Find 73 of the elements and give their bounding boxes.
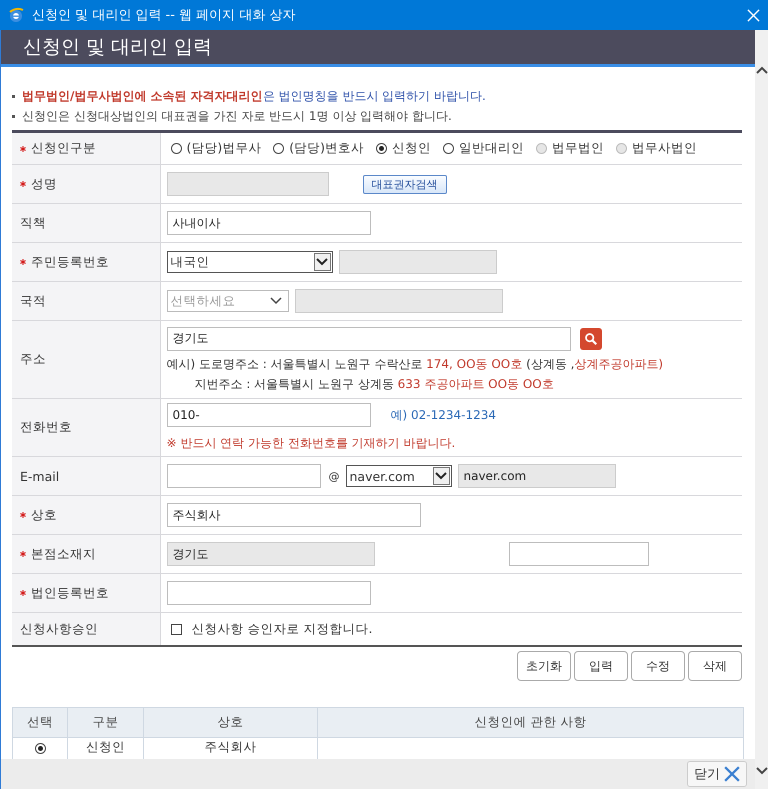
radio-option[interactable]: (담당)법무사 [170, 140, 262, 157]
field-label: E-mail [20, 468, 60, 484]
scroll-down-icon[interactable] [756, 767, 768, 775]
close-button[interactable]: 닫기 [687, 761, 747, 787]
field-label: 성명 [31, 176, 57, 192]
required-icon [20, 590, 26, 596]
required-icon [20, 551, 26, 557]
address-search-button[interactable] [580, 328, 602, 350]
field-label: 상호 [31, 506, 57, 524]
window-title: 신청인 및 대리인 입력 -- 웹 페이지 대화 상자 [32, 7, 296, 24]
notice-text: 법무법인/법무사법인에 소속된 자격자대리인은 법인명칭을 반드시 입력하기 바랍니다. [22, 88, 486, 104]
chevron-icon [270, 297, 282, 305]
address-example: 예시) 도로명주소 : 서울특별시 노원구 수락산로 174, OO동 OO호 (상계동 ,상계주공아파트) [166, 356, 664, 372]
required-icon [20, 512, 26, 518]
action-button[interactable]: 입력 [574, 651, 628, 681]
name-field[interactable] [166, 172, 328, 196]
scrollbar[interactable] [755, 30, 768, 789]
phone-field[interactable]: 010- [166, 403, 370, 427]
bullet-icon [12, 114, 15, 118]
phone-example: 예) 02-1234-1234 [390, 406, 496, 424]
close-icon [724, 766, 740, 782]
field-label: 전화번호 [20, 419, 72, 436]
text-field[interactable]: 주식회사 [166, 503, 420, 527]
search-button[interactable]: 대표권자검색 [362, 174, 446, 194]
table-cell: 신청인 [86, 739, 125, 754]
chevron-icon [316, 258, 328, 266]
table-cell: 주식회사 [204, 739, 256, 754]
close-icon[interactable] [747, 8, 760, 22]
text-field[interactable]: 사내이사 [166, 211, 370, 235]
bullet-icon [12, 94, 15, 98]
required-icon [20, 146, 26, 152]
at-sign: @ [328, 470, 340, 482]
id-number-field[interactable] [338, 250, 496, 274]
browser-icon [8, 7, 24, 23]
address-field[interactable]: 경기도 [166, 326, 570, 350]
domain-select[interactable]: naver.com [346, 465, 452, 487]
field-label: 법인등록번호 [31, 584, 109, 602]
field-label: 본점소재지 [31, 546, 96, 562]
action-button[interactable]: 삭제 [688, 651, 742, 681]
column-header: 선택 [12, 708, 68, 738]
column-header: 상호 [144, 708, 318, 738]
phone-warning: ※ 반드시 연락 가능한 전화번호를 기재하기 바랍니다. [166, 435, 456, 452]
action-button[interactable]: 수정 [631, 651, 685, 681]
required-icon [20, 181, 26, 187]
chevron-icon [435, 472, 447, 480]
nationality-field[interactable] [294, 289, 502, 313]
address-example: 지번주소 : 서울특별시 노원구 상계동 633 주공아파트 OO동 OO호 [194, 376, 555, 392]
hq-address-field[interactable]: 경기도 [166, 542, 374, 566]
type-select[interactable]: 내국인 [166, 251, 332, 273]
radio-option[interactable]: 신청인 [376, 140, 432, 157]
domain-field[interactable]: naver.com [458, 464, 616, 488]
field-label: 국적 [20, 292, 46, 310]
hq-detail-field[interactable] [508, 542, 648, 566]
column-header: 신청인에 관한 사항 [318, 708, 744, 738]
field-label: 주소 [20, 351, 46, 368]
field-label: 신청인구분 [31, 140, 96, 157]
email-id-field[interactable] [166, 464, 320, 488]
text-field[interactable] [166, 581, 370, 605]
radio-option[interactable]: 일반대리인 [443, 140, 524, 157]
field-label: 주민등록번호 [31, 254, 109, 270]
required-icon [20, 259, 26, 265]
radio-option[interactable]: (담당)변호사 [273, 140, 364, 157]
checkbox-label: 신청사항 승인자로 지정합니다. [192, 620, 372, 638]
page-title: 신청인 및 대리인 입력 [23, 35, 212, 60]
notice-text: 신청인은 신청대상법인의 대표권을 가진 자로 반드시 1명 이상 입력해야 합니다. [22, 108, 452, 124]
search-icon [584, 332, 598, 346]
action-button[interactable]: 초기화 [517, 651, 571, 681]
field-label: 직책 [20, 214, 46, 232]
scroll-up-icon[interactable] [756, 66, 768, 74]
checkbox[interactable] [170, 624, 182, 634]
row-radio[interactable] [34, 743, 46, 754]
column-header: 구분 [68, 708, 144, 738]
field-label: 신청사항승인 [20, 620, 98, 638]
